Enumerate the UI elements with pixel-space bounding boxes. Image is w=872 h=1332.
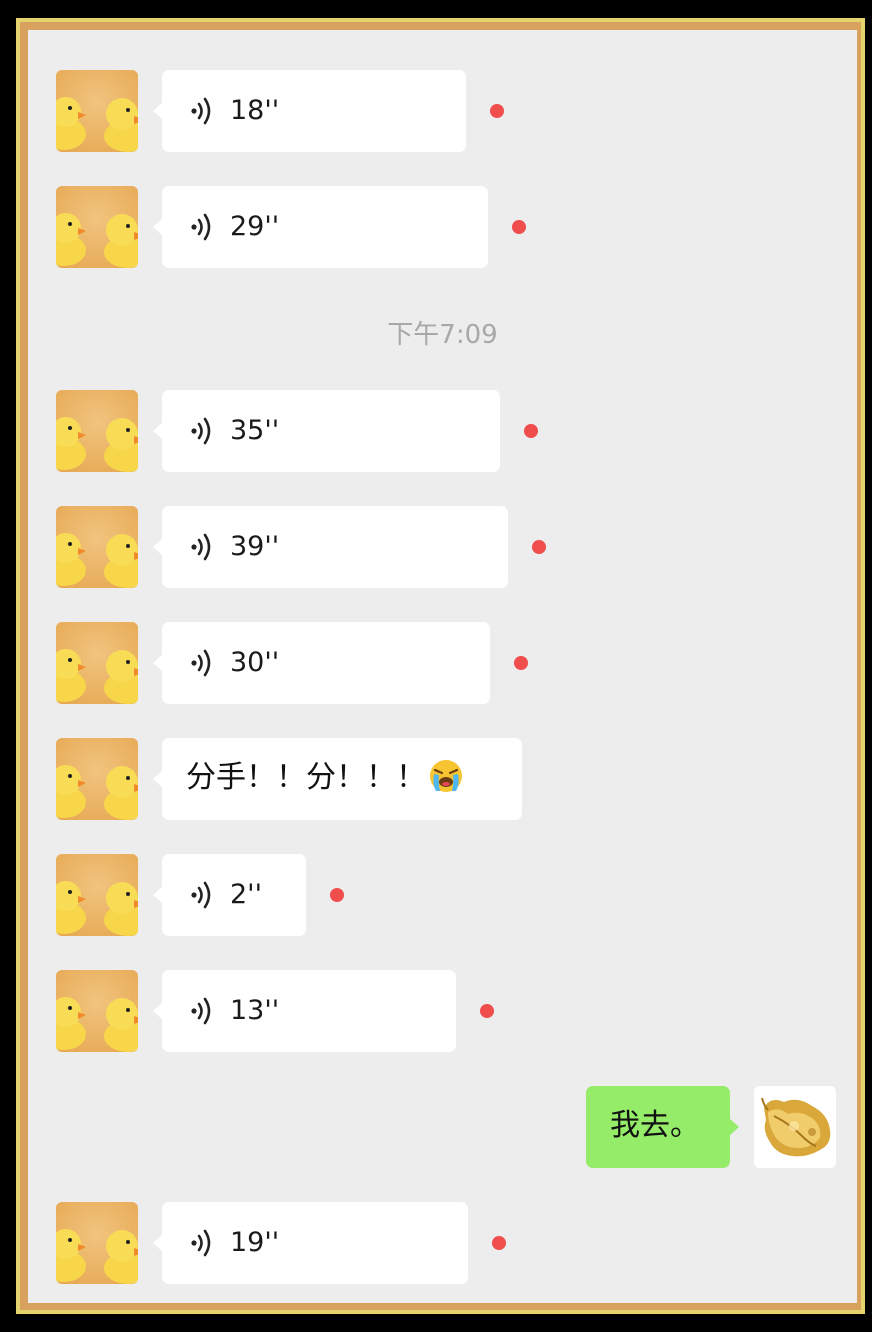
voice-duration: 30'' <box>230 647 280 678</box>
voice-duration: 2'' <box>230 879 263 910</box>
message-row: 18'' <box>28 70 857 152</box>
message-row: 39'' <box>28 506 857 588</box>
message-row: 13'' <box>28 970 857 1052</box>
message-row: 2'' <box>28 854 857 936</box>
chat-timestamp: 下午7:09 <box>387 320 498 350</box>
voice-message-bubble[interactable]: 29'' <box>153 186 488 268</box>
unread-dot <box>532 540 546 554</box>
voice-duration: 35'' <box>230 415 280 446</box>
message-row: 分手！！分！！！ <box>28 738 857 820</box>
voice-duration: 19'' <box>230 1227 280 1258</box>
unread-dot <box>480 1004 494 1018</box>
contact-avatar[interactable] <box>56 506 138 588</box>
unread-dot <box>490 104 504 118</box>
contact-avatar[interactable] <box>56 186 138 268</box>
contact-avatar[interactable] <box>56 970 138 1052</box>
voice-message-bubble[interactable]: 30'' <box>153 622 490 704</box>
voice-wave-icon <box>190 532 216 562</box>
unread-dot <box>330 888 344 902</box>
own-message-row: 我去。 <box>28 1086 857 1168</box>
voice-message-bubble[interactable]: 19'' <box>153 1202 468 1284</box>
voice-wave-icon <box>190 96 216 126</box>
contact-avatar[interactable] <box>56 622 138 704</box>
voice-duration: 39'' <box>230 531 280 562</box>
own-text-bubble[interactable]: 我去。 <box>586 1086 739 1168</box>
contact-avatar[interactable] <box>56 1202 138 1284</box>
voice-wave-icon <box>190 648 216 678</box>
unread-dot <box>514 656 528 670</box>
screenshot-frame: 18'' 29'' 下午7:09 35'' 39'' 30'' 分手！！分！！！… <box>16 18 865 1314</box>
self-avatar[interactable] <box>754 1086 836 1168</box>
message-row: 29'' <box>28 186 857 268</box>
voice-message-bubble[interactable]: 13'' <box>153 970 456 1052</box>
voice-wave-icon <box>190 880 216 910</box>
voice-wave-icon <box>190 1228 216 1258</box>
chat-area[interactable]: 18'' 29'' 下午7:09 35'' 39'' 30'' 分手！！分！！！… <box>28 30 857 1303</box>
contact-avatar[interactable] <box>56 738 138 820</box>
voice-wave-icon <box>190 416 216 446</box>
text-message-bubble[interactable]: 分手！！分！！！ <box>153 738 522 820</box>
message-text: 分手！！分！！！ <box>186 758 464 798</box>
voice-message-bubble[interactable]: 18'' <box>153 70 466 152</box>
loudly-crying-face-icon <box>430 760 462 792</box>
voice-duration: 18'' <box>230 95 280 126</box>
voice-wave-icon <box>190 996 216 1026</box>
message-text-content: 分手！！分！！！ <box>186 760 426 795</box>
voice-wave-icon <box>190 212 216 242</box>
contact-avatar[interactable] <box>56 390 138 472</box>
golden-leaf-avatar <box>754 1086 836 1168</box>
voice-duration: 13'' <box>230 995 280 1026</box>
voice-message-bubble[interactable]: 35'' <box>153 390 500 472</box>
voice-message-bubble[interactable]: 39'' <box>153 506 508 588</box>
unread-dot <box>512 220 526 234</box>
unread-dot <box>524 424 538 438</box>
own-message-text: 我去。 <box>610 1108 700 1143</box>
contact-avatar[interactable] <box>56 70 138 152</box>
message-row: 30'' <box>28 622 857 704</box>
contact-avatar[interactable] <box>56 854 138 936</box>
voice-message-bubble[interactable]: 2'' <box>153 854 306 936</box>
message-row: 35'' <box>28 390 857 472</box>
unread-dot <box>492 1236 506 1250</box>
message-row: 19'' <box>28 1202 857 1284</box>
voice-duration: 29'' <box>230 211 280 242</box>
